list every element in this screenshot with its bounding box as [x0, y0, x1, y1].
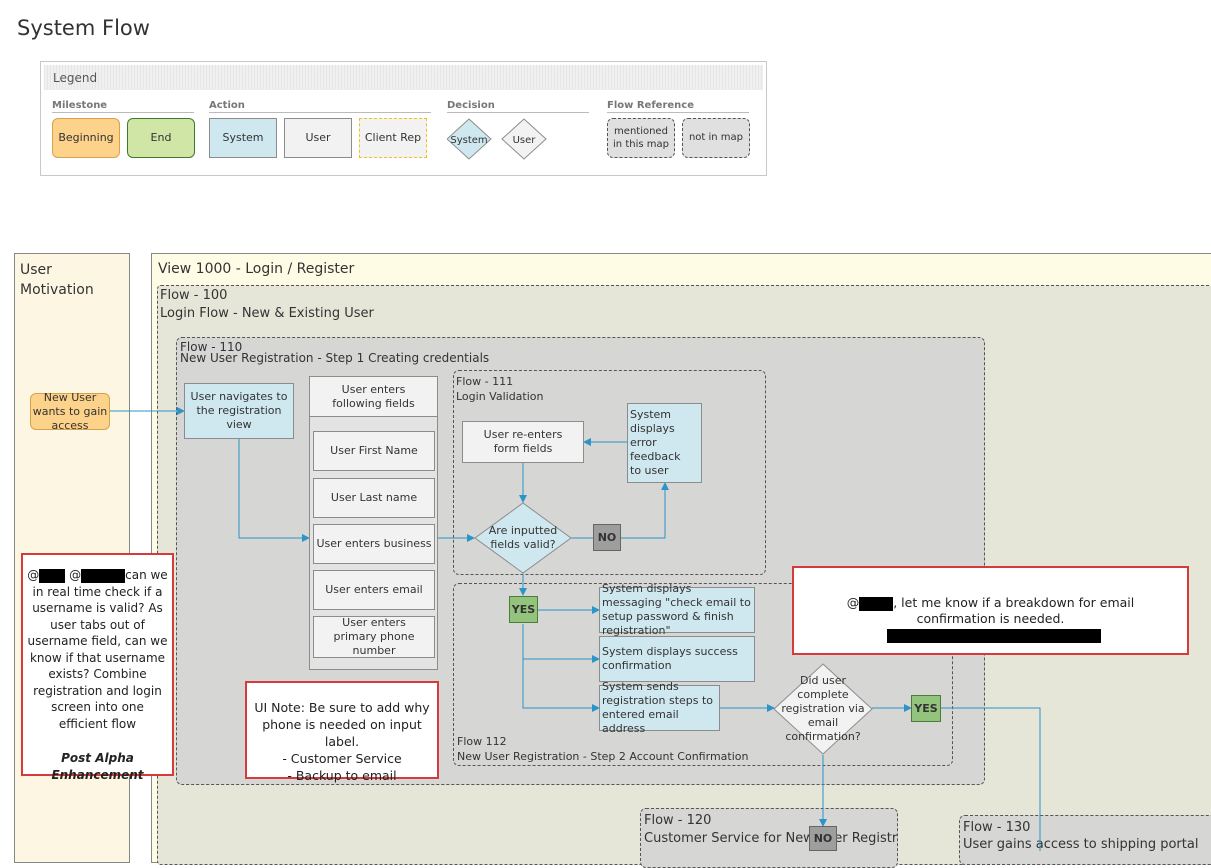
badge-no-invalid: NO — [593, 524, 621, 551]
connector-navigate-to-fields — [238, 439, 310, 542]
comment-note-right: @ , let me know if a breakdown for email … — [792, 566, 1189, 655]
decision-fields-valid-label: Are inputted fields valid? — [488, 524, 558, 551]
node-fields-header: User enters following fields — [309, 376, 438, 417]
comment-left-footer: Post Alpha Enhancement — [51, 751, 144, 782]
comment-left-at-1: @ — [27, 568, 40, 582]
connector-yes-to-success — [522, 624, 600, 663]
redaction-bar — [859, 596, 894, 611]
node-sends-registration-steps: System sends registration steps to enter… — [599, 680, 720, 735]
comment-left-at-2: @ — [65, 568, 82, 582]
badge-yes-completed: YES — [911, 695, 941, 722]
field-first-name: User First Name — [313, 431, 435, 471]
connector-yes-to-flow-130 — [941, 707, 1041, 851]
comment-right-at: @ — [846, 595, 860, 610]
comment-note-left: @ @ can we in real time check if a userna… — [21, 553, 174, 782]
comment-left-body: can we in real time check if a username … — [27, 568, 168, 731]
ui-note-line-3: - Backup to email — [287, 768, 397, 783]
node-navigate-registration: User navigates to the registration view — [184, 383, 294, 439]
field-email: User enters email — [313, 570, 435, 610]
ui-note-line-1: UI Note: Be sure to add why phone is nee… — [254, 700, 430, 749]
node-new-user-wants-access: New User wants to gain access — [30, 391, 110, 432]
redaction-bar — [39, 568, 66, 583]
connector-no-to-error — [621, 482, 669, 539]
field-business: User enters business — [313, 524, 435, 564]
redaction-bar — [886, 628, 1101, 643]
field-last-name: User Last name — [313, 478, 435, 518]
badge-yes-valid: YES — [509, 596, 538, 623]
node-reenter-fields: User re-enters form fields — [462, 421, 584, 463]
connector-yes-to-sends — [522, 659, 600, 712]
node-check-email-message: System displays messaging "check email t… — [599, 582, 755, 637]
node-error-feedback: System displays error feedback to user — [627, 403, 702, 483]
ui-note: UI Note: Be sure to add why phone is nee… — [245, 681, 439, 783]
field-phone: User enters primary phone number — [313, 616, 435, 658]
node-success-confirmation: System displays success confirmation — [599, 636, 755, 682]
redaction-bar — [81, 568, 126, 583]
ui-note-line-2: - Customer Service — [282, 751, 402, 766]
comment-right-body: , let me know if a breakdown for email c… — [893, 595, 1135, 626]
decision-email-confirmation-label: Did user complete registration via email… — [781, 674, 865, 743]
badge-no-not-completed: NO — [809, 826, 837, 851]
